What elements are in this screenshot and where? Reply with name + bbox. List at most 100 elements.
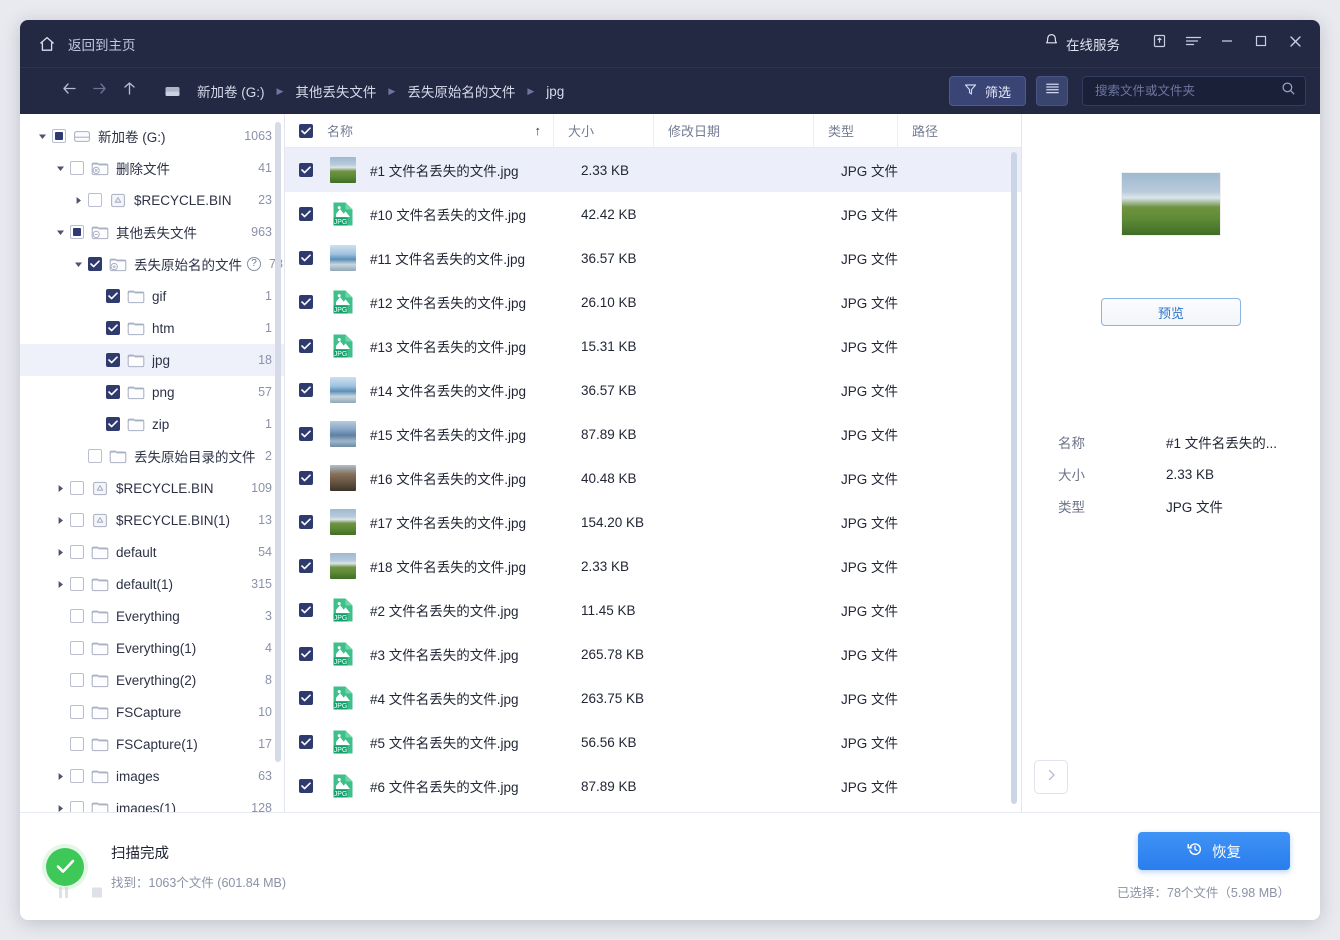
filter-button[interactable]: 筛选: [949, 76, 1026, 106]
chevron-down-icon[interactable]: [70, 256, 86, 272]
feedback-button[interactable]: [1142, 27, 1176, 61]
chevron-right-icon[interactable]: [70, 192, 86, 208]
row-checkbox[interactable]: [299, 383, 313, 397]
sidebar-item-checkbox[interactable]: [106, 417, 120, 431]
sidebar-item-checkbox[interactable]: [88, 449, 102, 463]
pause-button[interactable]: [58, 886, 69, 904]
search-icon[interactable]: [1281, 81, 1296, 101]
close-button[interactable]: [1278, 27, 1312, 61]
sidebar-item-default-1[interactable]: default(1)315: [20, 568, 284, 600]
table-row[interactable]: JPG#13 文件名丢失的文件.jpg15.31 KBJPG 文件: [285, 324, 1021, 368]
sidebar-item-images-1[interactable]: images(1)128: [20, 792, 284, 812]
table-row[interactable]: #16 文件名丢失的文件.jpg40.48 KBJPG 文件: [285, 456, 1021, 500]
sidebar-item-checkbox[interactable]: [70, 481, 84, 495]
sidebar-item-[interactable]: 丢失原始名的文件?78: [20, 248, 284, 280]
sort-ascending-icon[interactable]: ↑: [535, 123, 542, 138]
row-checkbox[interactable]: [299, 779, 313, 793]
row-checkbox[interactable]: [299, 339, 313, 353]
maximize-button[interactable]: [1244, 27, 1278, 61]
sidebar-item-checkbox[interactable]: [70, 673, 84, 687]
sidebar-item-checkbox[interactable]: [70, 513, 84, 527]
sidebar-item-[interactable]: 删除文件41: [20, 152, 284, 184]
minimize-button[interactable]: [1210, 27, 1244, 61]
chevron-right-icon[interactable]: [52, 800, 68, 812]
sidebar-item-checkbox[interactable]: [70, 801, 84, 812]
table-row[interactable]: #18 文件名丢失的文件.jpg2.33 KBJPG 文件: [285, 544, 1021, 588]
row-checkbox[interactable]: [299, 251, 313, 265]
sidebar-item-checkbox[interactable]: [106, 353, 120, 367]
sidebar-item-[interactable]: 其他丢失文件963: [20, 216, 284, 248]
recover-button[interactable]: 恢复: [1138, 832, 1290, 870]
online-service-button[interactable]: 在线服务: [1044, 33, 1120, 54]
menu-button[interactable]: [1176, 27, 1210, 61]
table-row[interactable]: #15 文件名丢失的文件.jpg87.89 KBJPG 文件: [285, 412, 1021, 456]
table-row[interactable]: JPG#2 文件名丢失的文件.jpg11.45 KBJPG 文件: [285, 588, 1021, 632]
row-checkbox[interactable]: [299, 735, 313, 749]
sidebar-item-everything[interactable]: Everything3: [20, 600, 284, 632]
table-row[interactable]: JPG#6 文件名丢失的文件.jpg87.89 KBJPG 文件: [285, 764, 1021, 808]
row-checkbox[interactable]: [299, 471, 313, 485]
file-list-scrollbar[interactable]: [1011, 152, 1017, 804]
breadcrumb-item-1[interactable]: 其他丢失文件: [289, 78, 382, 104]
table-row[interactable]: #14 文件名丢失的文件.jpg36.57 KBJPG 文件: [285, 368, 1021, 412]
sidebar-item-checkbox[interactable]: [88, 257, 102, 271]
chevron-right-icon[interactable]: [52, 768, 68, 784]
breadcrumb-item-0[interactable]: 新加卷 (G:): [191, 78, 271, 104]
sidebar-item-checkbox[interactable]: [70, 769, 84, 783]
sidebar-item-checkbox[interactable]: [106, 321, 120, 335]
table-row[interactable]: JPG#10 文件名丢失的文件.jpg42.42 KBJPG 文件: [285, 192, 1021, 236]
row-checkbox[interactable]: [299, 603, 313, 617]
back-to-home-button[interactable]: 返回到主页: [38, 34, 136, 54]
chevron-down-icon[interactable]: [52, 160, 68, 176]
column-header-size[interactable]: 大小: [553, 114, 653, 147]
up-button[interactable]: [114, 76, 144, 106]
chevron-down-icon[interactable]: [34, 128, 50, 144]
sidebar-item-fscapture[interactable]: FSCapture10: [20, 696, 284, 728]
list-view-toggle[interactable]: [1036, 76, 1068, 106]
table-row[interactable]: #11 文件名丢失的文件.jpg36.57 KBJPG 文件: [285, 236, 1021, 280]
sidebar-item-default[interactable]: default54: [20, 536, 284, 568]
column-header-path[interactable]: 路径: [897, 114, 1021, 147]
sidebar-item-images[interactable]: images63: [20, 760, 284, 792]
row-checkbox[interactable]: [299, 515, 313, 529]
sidebar-item-g[interactable]: 新加卷 (G:)1063: [20, 120, 284, 152]
back-button[interactable]: [54, 76, 84, 106]
sidebar-item-everything-2[interactable]: Everything(2)8: [20, 664, 284, 696]
sidebar-item-checkbox[interactable]: [70, 545, 84, 559]
sidebar-item-htm[interactable]: htm1: [20, 312, 284, 344]
table-row[interactable]: JPG#4 文件名丢失的文件.jpg263.75 KBJPG 文件: [285, 676, 1021, 720]
sidebar-item-checkbox[interactable]: [88, 193, 102, 207]
select-all-checkbox[interactable]: [299, 124, 313, 138]
sidebar-item-checkbox[interactable]: [70, 641, 84, 655]
row-checkbox[interactable]: [299, 163, 313, 177]
row-checkbox[interactable]: [299, 295, 313, 309]
sidebar-item-checkbox[interactable]: [70, 705, 84, 719]
chevron-down-icon[interactable]: [52, 224, 68, 240]
table-row[interactable]: JPG#12 文件名丢失的文件.jpg26.10 KBJPG 文件: [285, 280, 1021, 324]
sidebar-item-checkbox[interactable]: [52, 129, 66, 143]
table-row[interactable]: #17 文件名丢失的文件.jpg154.20 KBJPG 文件: [285, 500, 1021, 544]
sidebar-item-gif[interactable]: gif1: [20, 280, 284, 312]
row-checkbox[interactable]: [299, 647, 313, 661]
sidebar-item-recycle-bin[interactable]: $RECYCLE.BIN23: [20, 184, 284, 216]
column-header-type[interactable]: 类型: [813, 114, 897, 147]
row-checkbox[interactable]: [299, 427, 313, 441]
table-row[interactable]: #1 文件名丢失的文件.jpg2.33 KBJPG 文件: [285, 148, 1021, 192]
preview-next-button[interactable]: [1034, 760, 1068, 794]
row-checkbox[interactable]: [299, 559, 313, 573]
search-box[interactable]: [1082, 76, 1306, 106]
breadcrumb-item-2[interactable]: 丢失原始名的文件: [401, 78, 521, 104]
stop-button[interactable]: [91, 886, 103, 904]
table-row[interactable]: JPG#3 文件名丢失的文件.jpg265.78 KBJPG 文件: [285, 632, 1021, 676]
sidebar-item-everything-1[interactable]: Everything(1)4: [20, 632, 284, 664]
preview-button[interactable]: 预览: [1101, 298, 1241, 326]
sidebar-item-checkbox[interactable]: [70, 161, 84, 175]
forward-button[interactable]: [84, 76, 114, 106]
row-checkbox[interactable]: [299, 691, 313, 705]
sidebar-item-zip[interactable]: zip1: [20, 408, 284, 440]
sidebar-item-checkbox[interactable]: [70, 609, 84, 623]
sidebar-item-checkbox[interactable]: [106, 385, 120, 399]
help-icon[interactable]: ?: [247, 257, 261, 271]
sidebar-item-fscapture-1[interactable]: FSCapture(1)17: [20, 728, 284, 760]
column-header-date[interactable]: 修改日期: [653, 114, 813, 147]
